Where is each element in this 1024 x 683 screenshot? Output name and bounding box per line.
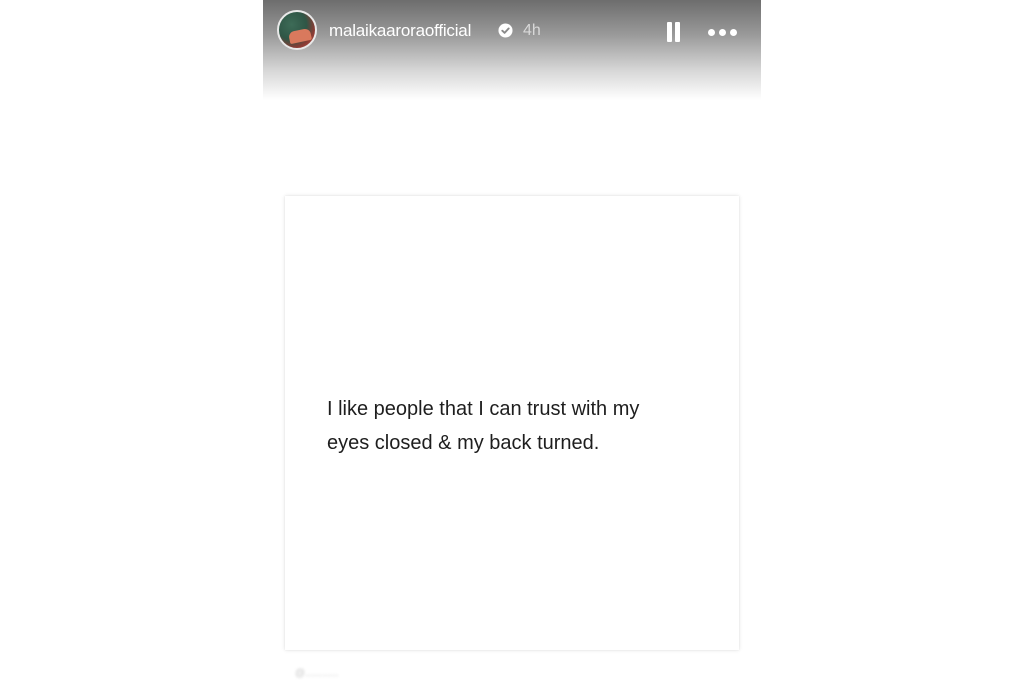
story-header: malaikaaroraofficial 4h (263, 0, 761, 100)
post-time: 4h (523, 22, 541, 39)
image-credit: @............ (295, 668, 339, 679)
story-viewer[interactable]: malaikaaroraofficial 4h I like people th… (263, 0, 761, 683)
avatar-image (287, 27, 313, 45)
profile-avatar[interactable] (277, 10, 317, 50)
verified-badge-icon (498, 23, 513, 38)
profile-username[interactable]: malaikaaroraofficial (329, 21, 471, 41)
quote-card: I like people that I can trust with my e… (285, 196, 739, 650)
pause-icon[interactable] (665, 22, 681, 42)
more-options-icon[interactable] (706, 22, 740, 42)
quote-text: I like people that I can trust with my e… (327, 398, 640, 454)
